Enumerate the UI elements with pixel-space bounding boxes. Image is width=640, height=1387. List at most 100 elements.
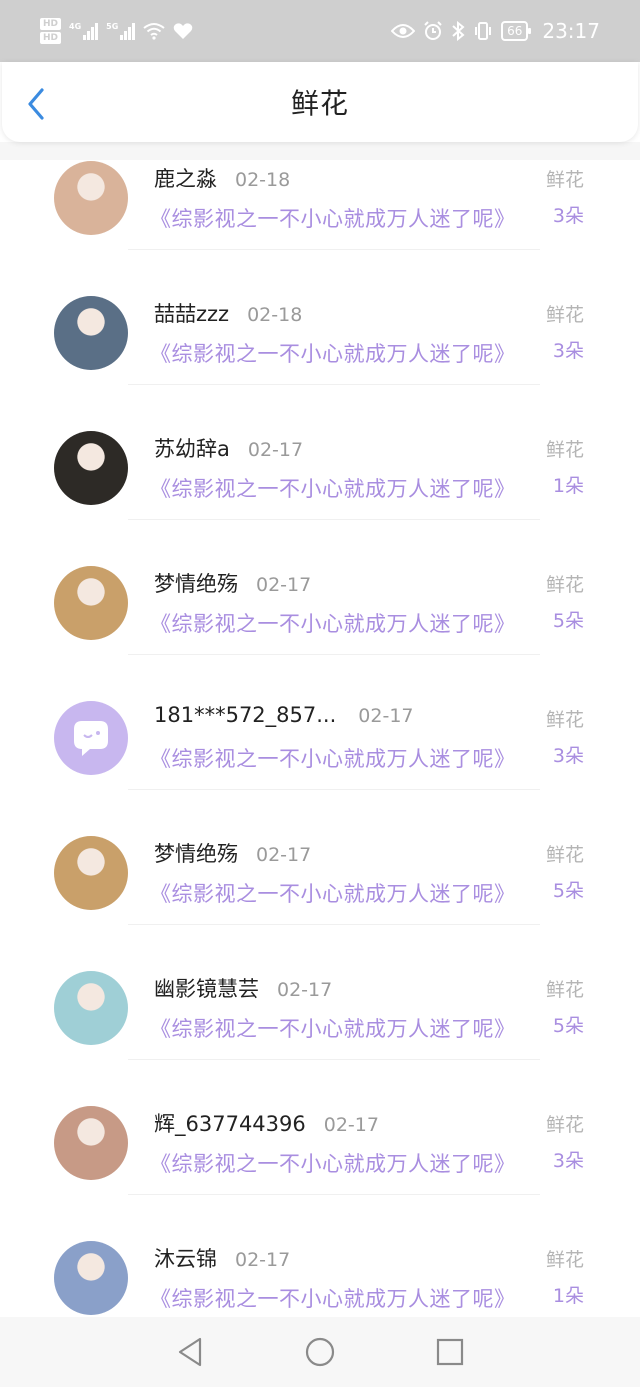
user-name[interactable]: 沐云锦 [154, 1243, 217, 1273]
gift-count: 3朵 [552, 205, 584, 227]
gift-type: 鲜花 [545, 574, 584, 596]
user-name[interactable]: 梦情绝殇 [154, 838, 238, 868]
network-type-1: 4G [69, 22, 82, 31]
list-item[interactable]: 喆喆zzz 02-18 《综影视之一不小心就成万人迷了呢》 鲜花 3朵 [0, 276, 640, 411]
gift-count: 3朵 [552, 1150, 584, 1172]
gift-date: 02-17 [358, 705, 414, 727]
chat-bubble-icon [74, 721, 108, 756]
name-line: 沐云锦 02-17 [154, 1243, 290, 1273]
avatar[interactable] [54, 161, 128, 235]
system-nav-bar [0, 1317, 640, 1387]
gift-date: 02-17 [247, 439, 304, 461]
square-recents-icon [436, 1338, 464, 1366]
user-name[interactable]: 梦情绝殇 [154, 568, 238, 598]
gift-type: 鲜花 [545, 304, 584, 326]
avatar[interactable] [54, 1106, 128, 1180]
gift-count: 5朵 [552, 610, 584, 632]
chevron-left-icon [28, 88, 44, 120]
avatar[interactable] [54, 836, 128, 910]
clock: 23:17 [542, 19, 600, 43]
wifi-icon [143, 23, 165, 40]
gift-count: 1朵 [552, 475, 584, 497]
gift-type: 鲜花 [545, 169, 584, 191]
name-line: 梦情绝殇 02-17 [154, 838, 311, 868]
nav-home-button[interactable] [300, 1332, 340, 1372]
avatar[interactable] [54, 431, 128, 505]
gift-count: 5朵 [552, 1015, 584, 1037]
triangle-back-icon [178, 1337, 202, 1367]
network-type-2: 5G [106, 22, 119, 31]
circle-home-icon [305, 1337, 335, 1367]
status-right: 66 23:17 [391, 19, 600, 43]
gift-count: 3朵 [552, 745, 584, 767]
user-name[interactable]: 苏幼辞a [154, 433, 230, 463]
user-name[interactable]: 鹿之淼 [154, 163, 217, 193]
name-line: 喆喆zzz 02-18 [154, 298, 302, 328]
book-title[interactable]: 《综影视之一不小心就成万人迷了呢》 [150, 878, 516, 908]
avatar[interactable] [54, 566, 128, 640]
gift-type: 鲜花 [545, 844, 584, 866]
hd-badge-1: HD [40, 18, 62, 30]
book-title[interactable]: 《综影视之一不小心就成万人迷了呢》 [150, 338, 516, 368]
book-title[interactable]: 《综影视之一不小心就成万人迷了呢》 [150, 1013, 516, 1043]
name-line: 鹿之淼 02-18 [154, 163, 290, 193]
list-item[interactable]: 梦情绝殇 02-17 《综影视之一不小心就成万人迷了呢》 鲜花 5朵 [0, 816, 640, 951]
list-item[interactable]: 苏幼辞a 02-17 《综影视之一不小心就成万人迷了呢》 鲜花 1朵 [0, 411, 640, 546]
divider [128, 519, 540, 520]
name-line: 辉_637744396 02-17 [154, 1108, 379, 1138]
gift-count: 1朵 [552, 1285, 584, 1307]
list-item[interactable]: 鹿之淼 02-18 《综影视之一不小心就成万人迷了呢》 鲜花 3朵 [0, 141, 640, 276]
nav-recents-button[interactable] [430, 1332, 470, 1372]
list-item[interactable]: 梦情绝殇 02-17 《综影视之一不小心就成万人迷了呢》 鲜花 5朵 [0, 546, 640, 681]
name-line: 幽影镜慧芸 02-17 [154, 973, 332, 1003]
gift-count: 3朵 [552, 340, 584, 362]
book-title[interactable]: 《综影视之一不小心就成万人迷了呢》 [150, 743, 516, 773]
name-line: 苏幼辞a 02-17 [154, 433, 303, 463]
bluetooth-icon [452, 21, 465, 41]
signal-icon-1: 4G [69, 22, 99, 40]
vibrate-icon [475, 22, 492, 40]
avatar[interactable] [54, 701, 128, 775]
gift-date: 02-18 [247, 304, 303, 326]
alarm-icon [424, 21, 442, 40]
user-name[interactable]: 辉_637744396 [154, 1108, 306, 1138]
book-title[interactable]: 《综影视之一不小心就成万人迷了呢》 [150, 1148, 516, 1178]
user-name[interactable]: 181***572_857... [154, 703, 336, 727]
gift-date: 02-17 [235, 1249, 291, 1271]
divider [128, 1194, 540, 1195]
book-title[interactable]: 《综影视之一不小心就成万人迷了呢》 [150, 473, 516, 503]
battery-indicator: 66 [501, 21, 532, 41]
back-button[interactable] [22, 88, 50, 120]
heart-icon [174, 23, 193, 39]
eye-icon [391, 24, 416, 38]
user-name[interactable]: 喆喆zzz [154, 298, 229, 328]
divider [128, 789, 540, 790]
gift-date: 02-17 [256, 844, 312, 866]
gift-date: 02-17 [323, 1114, 379, 1136]
signal-icon-2: 5G [106, 22, 136, 40]
gift-type: 鲜花 [545, 1249, 584, 1271]
avatar[interactable] [54, 1241, 128, 1315]
gift-date: 02-17 [277, 979, 333, 1001]
list-item[interactable]: 181***572_857... 02-17 《综影视之一不小心就成万人迷了呢》… [0, 681, 640, 816]
divider [128, 654, 540, 655]
avatar[interactable] [54, 971, 128, 1045]
avatar[interactable] [54, 296, 128, 370]
user-name[interactable]: 幽影镜慧芸 [154, 973, 259, 1003]
divider [128, 924, 540, 925]
hd-indicator: HD HD [40, 18, 62, 44]
hd-badge-2: HD [40, 32, 62, 44]
book-title[interactable]: 《综影视之一不小心就成万人迷了呢》 [150, 608, 516, 638]
gift-type: 鲜花 [545, 979, 584, 1001]
book-title[interactable]: 《综影视之一不小心就成万人迷了呢》 [150, 203, 516, 233]
nav-back-button[interactable] [170, 1332, 210, 1372]
gift-count: 5朵 [552, 880, 584, 902]
divider [128, 384, 540, 385]
list-item[interactable]: 辉_637744396 02-17 《综影视之一不小心就成万人迷了呢》 鲜花 3… [0, 1086, 640, 1221]
gift-type: 鲜花 [545, 1114, 584, 1136]
page-title: 鲜花 [290, 87, 349, 120]
divider [128, 1059, 540, 1060]
book-title[interactable]: 《综影视之一不小心就成万人迷了呢》 [150, 1283, 516, 1313]
gift-type: 鲜花 [545, 709, 584, 731]
list-item[interactable]: 幽影镜慧芸 02-17 《综影视之一不小心就成万人迷了呢》 鲜花 5朵 [0, 951, 640, 1086]
